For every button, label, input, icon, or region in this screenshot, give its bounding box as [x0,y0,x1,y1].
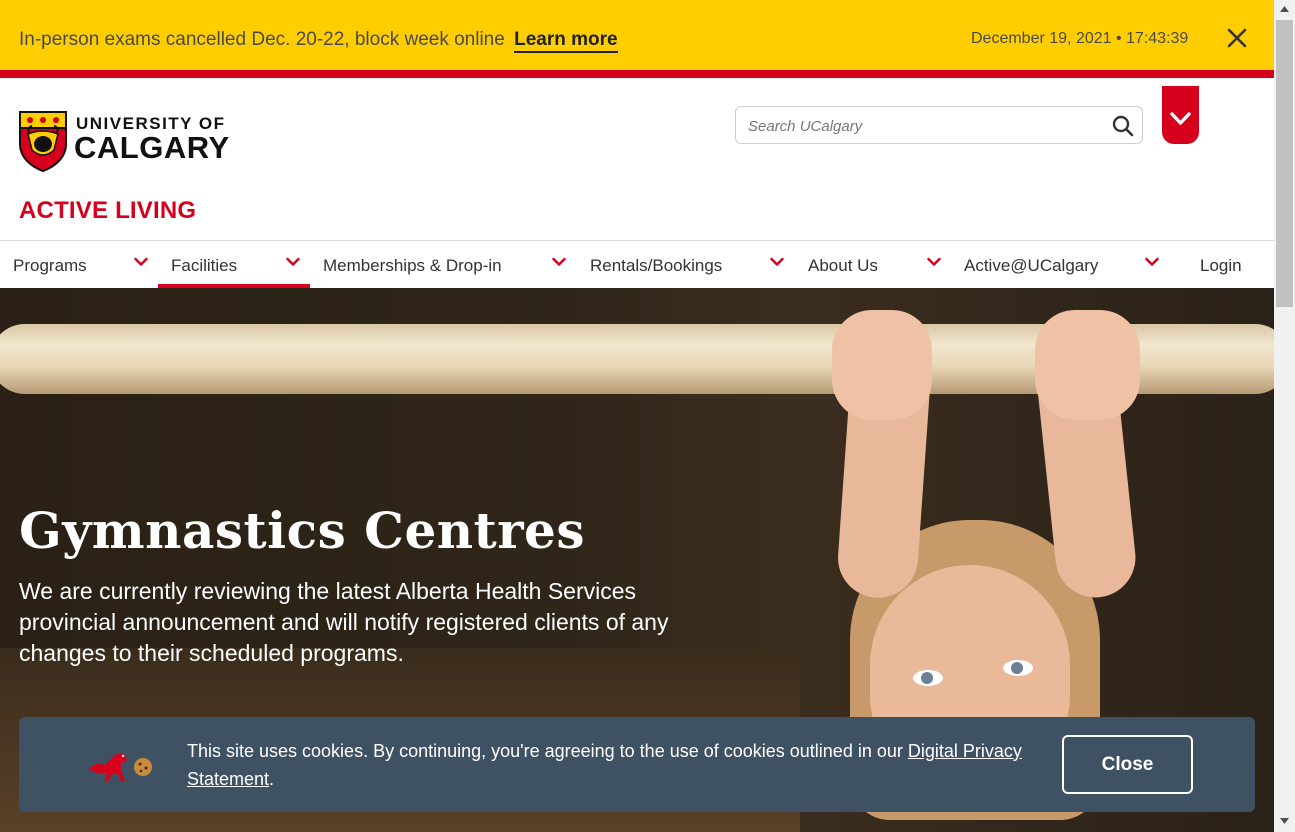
cookie-message: This site uses cookies. By continuing, y… [187,737,1027,793]
nav-label-programs: Programs [13,256,87,275]
learn-more-link[interactable]: Learn more [514,29,618,53]
nav-item-facilities[interactable]: Facilities [158,241,310,288]
chevron-down-icon [286,257,300,266]
chevron-down-icon [552,257,566,266]
cookie-banner: This site uses cookies. By continuing, y… [19,717,1255,812]
scrollbar-thumb[interactable] [1276,20,1293,307]
scroll-down-arrow-icon[interactable] [1280,818,1289,824]
search-box [735,106,1143,144]
hero-child-eye [1003,660,1033,676]
hero-child-eye [913,670,943,686]
chevron-down-icon [1170,112,1191,125]
nav-item-active-ucalgary[interactable]: Active@UCalgary [950,241,1170,288]
chevron-down-icon [927,257,941,266]
nav-item-login[interactable]: Login [1188,241,1268,288]
chevron-down-icon [1145,257,1159,266]
alert-datetime: December 19, 2021 • 17:43:39 [971,30,1189,47]
chevron-down-icon [770,257,784,266]
alert-message: In-person exams cancelled Dec. 20-22, bl… [19,29,618,53]
page-scrollbar[interactable] [1274,0,1295,832]
nav-label-login: Login [1200,256,1242,275]
hero-description: We are currently reviewing the latest Al… [19,578,669,666]
chevron-down-icon [134,257,148,266]
nav-label-active-ucalgary: Active@UCalgary [964,256,1099,275]
nav-item-memberships[interactable]: Memberships & Drop-in [310,241,576,288]
nav-item-rentals[interactable]: Rentals/Bookings [576,241,794,288]
logo-text-calgary: CALGARY [74,130,230,165]
page-title: Gymnastics Centres [19,501,586,560]
cookie-message-suffix: . [269,769,275,789]
alert-banner: In-person exams cancelled Dec. 20-22, bl… [0,0,1274,78]
dino-cookie-icon [87,747,157,783]
nav-label-memberships: Memberships & Drop-in [323,256,502,275]
hero-child-left-hand [832,310,932,420]
nav-label-rentals: Rentals/Bookings [590,256,723,275]
cookie-close-button[interactable]: Close [1062,735,1193,794]
university-crest-icon [19,111,67,172]
search-input[interactable] [748,115,1098,137]
search-icon[interactable] [1111,114,1135,138]
hero-child-right-hand [1035,310,1140,420]
alert-message-text: In-person exams cancelled Dec. 20-22, bl… [19,29,505,50]
header-menu-toggle-button[interactable] [1162,86,1199,144]
scroll-up-arrow-icon[interactable] [1280,6,1289,12]
site-title[interactable]: ACTIVE LIVING [19,197,196,225]
university-logo[interactable]: UNIVERSITY OF CALGARY [18,110,243,174]
main-nav: Programs Facilities Memberships & Drop-i… [0,240,1274,288]
nav-label-about-us: About Us [808,256,878,275]
nav-item-about-us[interactable]: About Us [794,241,950,288]
cookie-message-text: This site uses cookies. By continuing, y… [187,741,908,761]
nav-label-facilities: Facilities [171,256,238,275]
nav-item-programs[interactable]: Programs [0,241,158,288]
close-icon[interactable] [1225,26,1249,50]
